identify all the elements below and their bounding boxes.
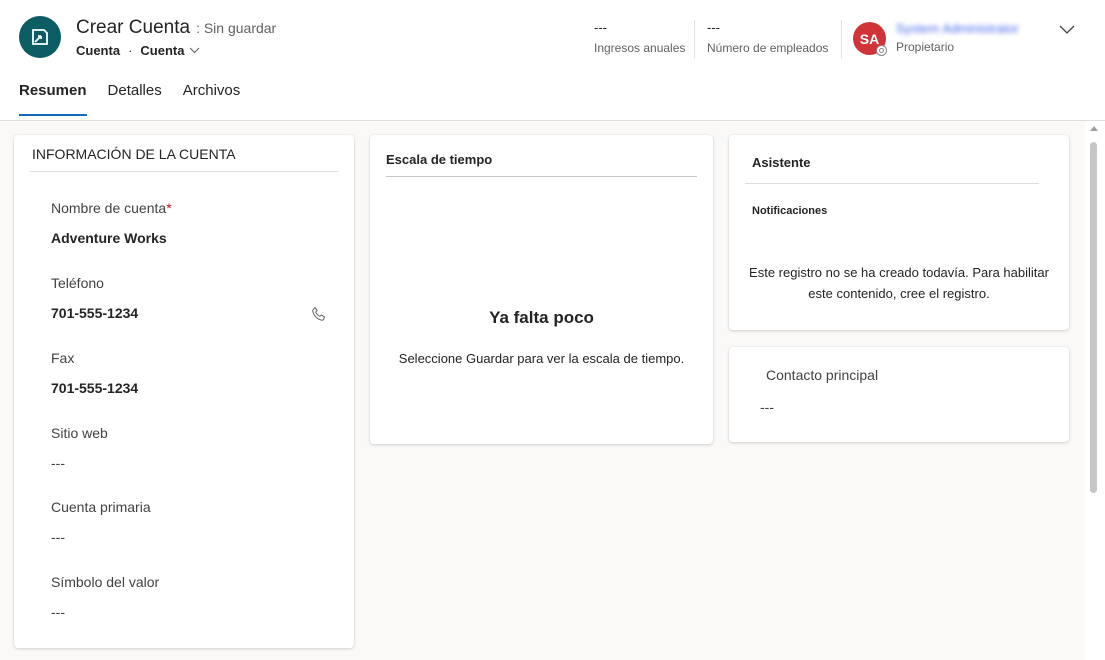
employees-value: --- bbox=[707, 20, 720, 35]
ticker-symbol-value[interactable]: --- bbox=[51, 604, 159, 620]
parent-account-field[interactable]: Cuenta primaria --- bbox=[51, 499, 151, 545]
scrollbar-thumb[interactable] bbox=[1090, 142, 1097, 493]
chevron-down-icon[interactable] bbox=[189, 47, 200, 54]
field-label: Símbolo del valor bbox=[51, 574, 160, 590]
account-info-section: INFORMACIÓN DE LA CUENTA Nombre de cuent… bbox=[14, 135, 354, 648]
header-divider bbox=[694, 20, 695, 58]
phone-icon[interactable] bbox=[311, 306, 327, 327]
timeline-message: Seleccione Guardar para ver la escala de… bbox=[398, 351, 685, 366]
annual-revenue-value: --- bbox=[594, 20, 607, 35]
form-selector[interactable]: Cuenta bbox=[140, 43, 184, 58]
fax-value[interactable]: 701-555-1234 bbox=[51, 380, 138, 396]
header-field-employees[interactable]: --- Número de empleados bbox=[707, 20, 828, 55]
breadcrumb-entity: Cuenta bbox=[76, 43, 121, 58]
tab-archivos[interactable]: Archivos bbox=[183, 82, 241, 116]
assistant-section: Asistente Notificaciones Este registro n… bbox=[729, 135, 1069, 330]
website-field[interactable]: Sitio web --- bbox=[51, 425, 108, 471]
header-divider bbox=[841, 20, 842, 58]
field-label: Sitio web bbox=[51, 425, 108, 441]
section-title: Asistente bbox=[752, 155, 811, 170]
page-title: Crear Cuenta bbox=[76, 17, 191, 38]
notifications-label: Notificaciones bbox=[752, 205, 828, 217]
owner-label: Propietario bbox=[896, 40, 955, 54]
employees-label: Número de empleados bbox=[707, 41, 829, 55]
section-divider bbox=[30, 171, 338, 172]
field-label: Contacto principal bbox=[766, 367, 879, 383]
tab-list: Resumen Detalles Archivos bbox=[19, 82, 261, 116]
unsaved-status: : Sin guardar bbox=[196, 20, 277, 36]
account-entity-icon bbox=[19, 16, 61, 58]
account-name-field[interactable]: Nombre de cuenta* Adventure Works bbox=[51, 200, 172, 246]
section-title: Escala de tiempo bbox=[386, 152, 493, 167]
title-line: Crear Cuenta : Sin guardar bbox=[76, 17, 276, 39]
parent-account-value[interactable]: --- bbox=[51, 529, 151, 545]
owner-name-link[interactable]: System Administrator bbox=[896, 21, 1019, 36]
breadcrumb-separator: · bbox=[128, 43, 133, 58]
section-title: INFORMACIÓN DE LA CUENTA bbox=[32, 146, 236, 162]
primary-contact-section[interactable]: Contacto principal --- bbox=[729, 347, 1069, 442]
website-value[interactable]: --- bbox=[51, 455, 108, 471]
assistant-message: Este registro no se ha creado todavía. P… bbox=[749, 265, 1049, 301]
annual-revenue-label: Ingresos anuales bbox=[594, 41, 686, 55]
timeline-heading: Ya falta poco bbox=[489, 308, 594, 327]
phone-field[interactable]: Teléfono 701-555-1234 bbox=[51, 275, 138, 321]
ticker-symbol-field[interactable]: Símbolo del valor --- bbox=[51, 574, 159, 620]
account-name-value[interactable]: Adventure Works bbox=[51, 230, 172, 246]
section-divider bbox=[386, 176, 697, 177]
primary-contact-value[interactable]: --- bbox=[760, 399, 774, 415]
field-label: Fax bbox=[51, 350, 75, 366]
presence-icon bbox=[876, 45, 887, 56]
required-marker: * bbox=[166, 200, 172, 216]
phone-value[interactable]: 701-555-1234 bbox=[51, 305, 138, 321]
breadcrumb: Cuenta · Cuenta bbox=[76, 43, 200, 58]
scroll-up-arrow-icon[interactable] bbox=[1090, 126, 1098, 131]
expand-header-icon[interactable] bbox=[1058, 21, 1076, 44]
field-label: Nombre de cuenta bbox=[51, 200, 167, 216]
timeline-section: Escala de tiempo Ya falta poco Seleccion… bbox=[370, 135, 713, 444]
record-header: Crear Cuenta : Sin guardar Cuenta · Cuen… bbox=[0, 0, 1105, 121]
field-label: Cuenta primaria bbox=[51, 499, 151, 515]
tab-detalles[interactable]: Detalles bbox=[108, 82, 162, 116]
fax-field[interactable]: Fax 701-555-1234 bbox=[51, 350, 138, 396]
tab-resumen[interactable]: Resumen bbox=[19, 82, 87, 116]
field-label: Teléfono bbox=[51, 275, 104, 291]
header-field-annual-revenue[interactable]: --- Ingresos anuales bbox=[594, 20, 685, 55]
section-divider bbox=[745, 183, 1039, 184]
